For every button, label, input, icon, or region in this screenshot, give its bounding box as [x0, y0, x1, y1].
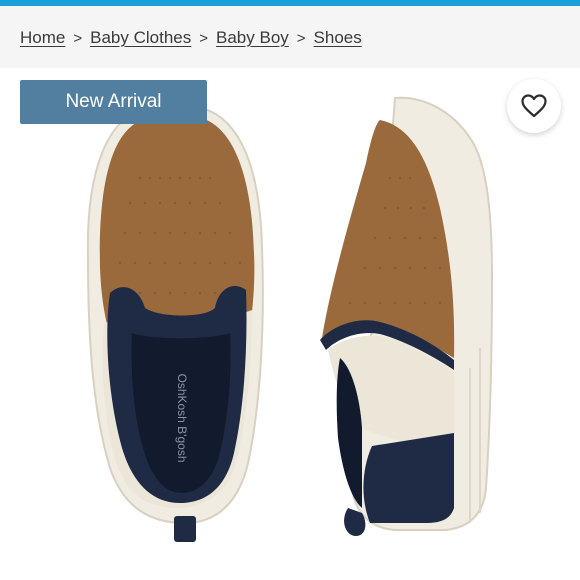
breadcrumb-separator-icon: > — [296, 29, 306, 47]
product-image[interactable]: OshKosh B'gosh — [0, 68, 580, 580]
right-shoe — [320, 96, 494, 536]
breadcrumb-baby-clothes[interactable]: Baby Clothes — [90, 28, 191, 48]
breadcrumb-baby-boy[interactable]: Baby Boy — [216, 28, 289, 48]
breadcrumb-separator-icon: > — [199, 29, 209, 47]
breadcrumb: Home > Baby Clothes > Baby Boy > Shoes — [20, 28, 362, 48]
insole-logo: OshKosh B'gosh — [175, 373, 189, 462]
favorite-button[interactable] — [507, 79, 561, 133]
new-arrival-badge: New Arrival — [20, 80, 207, 124]
left-shoe: OshKosh B'gosh — [86, 104, 264, 542]
breadcrumb-home[interactable]: Home — [20, 28, 65, 48]
breadcrumb-separator-icon: > — [73, 29, 83, 47]
breadcrumb-shoes[interactable]: Shoes — [314, 28, 362, 48]
heart-icon — [521, 94, 547, 118]
